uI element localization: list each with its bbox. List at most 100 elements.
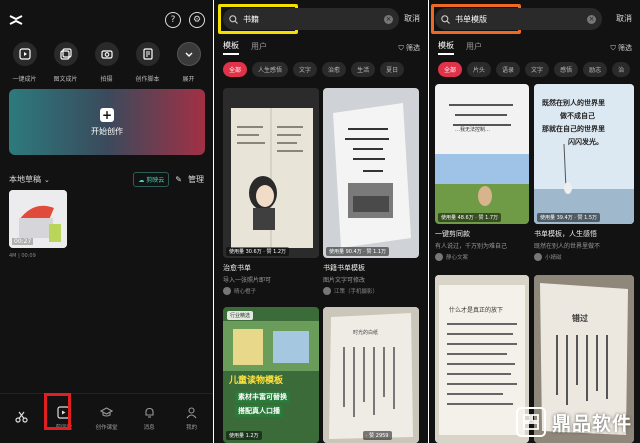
usage-stats: 使用量 48.6万 · 赞 1.7万 xyxy=(438,213,502,222)
card-title[interactable]: 书单模板，人生感悟 xyxy=(534,229,597,239)
book-page-image xyxy=(323,307,419,443)
page-text: 时光的白纸 xyxy=(353,330,379,336)
card-author[interactable]: 小婧磁 xyxy=(534,253,562,261)
template-card[interactable]: 时光的白纸 · 赞 2959 xyxy=(323,307,419,443)
author-name: 小婧磁 xyxy=(545,255,562,261)
tab-me[interactable]: 我的 xyxy=(174,406,210,431)
search-bar[interactable]: 书籍 × xyxy=(223,8,399,30)
open-book-image xyxy=(435,275,529,443)
card-author[interactable]: 静心文案 xyxy=(435,253,468,261)
usage-stats: 使用量 30.6万 · 赞 1.2万 xyxy=(226,247,290,256)
promo-heading: 儿童读物模板 xyxy=(229,376,284,386)
tab-users[interactable]: 用户 xyxy=(466,41,482,54)
chip[interactable]: 励志 xyxy=(583,62,608,77)
search-icon xyxy=(229,14,238,24)
clear-icon[interactable]: × xyxy=(587,14,596,24)
chip[interactable]: 感悟 xyxy=(554,62,579,77)
author-name: 静心文案 xyxy=(446,255,469,261)
tool-camera[interactable]: 拍摄 xyxy=(88,42,126,83)
chip[interactable]: 语录 xyxy=(496,62,521,77)
card-author[interactable]: 晴心橙子 xyxy=(223,287,256,295)
filter-button[interactable]: ⛉ 筛选 xyxy=(399,43,420,53)
tool-one-click[interactable]: 一键成片 xyxy=(6,42,44,83)
usage-stats: 使用量 39.4万 · 赞 1.5万 xyxy=(537,213,601,222)
tab-label: 创作课堂 xyxy=(95,425,118,431)
drafts-title[interactable]: 本地草稿 xyxy=(9,174,41,185)
tab-label: 消息 xyxy=(143,425,155,431)
tool-script[interactable]: 创作脚本 xyxy=(129,42,167,83)
tool-label: 展开 xyxy=(182,76,195,83)
watermark: 鼎品软件 xyxy=(515,407,632,437)
template-card[interactable]: 行业精选 儿童读物模板 素材丰富可替换 搭配真人口播 使用量 1.2万 xyxy=(223,307,319,443)
author-name: 江策（手机摄影） xyxy=(334,289,379,295)
template-card[interactable]: …我无法控制… 使用量 48.6万 · 赞 1.7万 xyxy=(435,84,529,224)
template-card[interactable]: 使用量 90.4万 · 赞 1.1万 xyxy=(323,88,419,258)
cloud-label: 剪映云 xyxy=(146,177,165,184)
tool-expand[interactable]: 展开 xyxy=(170,42,208,83)
chip[interactable]: 治愈 xyxy=(322,62,347,77)
card-subtitle: 图片文字可修改 xyxy=(323,277,366,284)
quote-text: …我无法控制… xyxy=(455,127,491,133)
meadow-image xyxy=(435,84,529,224)
chevron-down-icon[interactable]: ⌄ xyxy=(44,176,50,184)
tab-label: 我的 xyxy=(186,425,198,431)
promo-line: 素材丰富可替换 xyxy=(235,391,290,403)
cancel-button[interactable]: 取消 xyxy=(616,13,632,24)
edit-icon[interactable]: ✎ xyxy=(175,175,182,184)
tab-templates[interactable]: 模板 xyxy=(223,40,239,55)
card-title[interactable]: 治愈书单 xyxy=(223,263,251,273)
chip[interactable]: 治 xyxy=(612,62,631,77)
help-icon[interactable]: ? xyxy=(165,12,181,28)
tab-templates[interactable]: 模板 xyxy=(438,40,454,55)
chip[interactable]: 文字 xyxy=(293,62,318,77)
quote-line: 那就在自己的世界里 xyxy=(542,125,605,133)
play-square-icon xyxy=(12,42,37,66)
chip[interactable]: 人生感悟 xyxy=(252,62,289,77)
result-tabs: 模板 用户 ⛉ 筛选 xyxy=(223,40,420,55)
search-bar[interactable]: 书单模版 × xyxy=(435,8,602,30)
avatar xyxy=(223,287,231,295)
brand-logo-icon xyxy=(515,407,546,437)
cancel-button[interactable]: 取消 xyxy=(404,13,420,24)
capcut-home-panel: ? ⚙ 一键成片 图文成片 拍摄 创作脚本 展开 + 开始创作 本地草稿 ⌄ ☁… xyxy=(0,0,213,443)
template-card[interactable]: 使用量 30.6万 · 赞 1.2万 xyxy=(223,88,319,258)
clear-icon[interactable]: × xyxy=(384,14,393,24)
cloud-button[interactable]: ☁ 剪映云 xyxy=(133,172,170,187)
chip[interactable]: 全部 xyxy=(438,62,463,77)
filter-icon: ⛉ xyxy=(610,43,616,52)
usage-stats: 使用量 90.4万 · 赞 1.1万 xyxy=(326,247,390,256)
start-creating-button[interactable]: + 开始创作 xyxy=(9,89,205,155)
manage-label[interactable]: 管理 xyxy=(188,174,204,185)
filter-button[interactable]: ⛉ 筛选 xyxy=(611,43,632,53)
quote-line: 既然在别人的世界里 xyxy=(542,99,605,107)
tab-course[interactable]: 创作课堂 xyxy=(88,406,124,431)
settings-gear-icon[interactable]: ⚙ xyxy=(189,12,205,28)
template-card[interactable]: 既然在别人的世界里 做不成自己 那就在自己的世界里 闪闪发光。 使用量 39.4… xyxy=(534,84,634,224)
card-title[interactable]: 一键剪同款 xyxy=(435,229,470,239)
tab-users[interactable]: 用户 xyxy=(251,41,267,54)
start-creating-label: 开始创作 xyxy=(91,126,123,136)
featured-badge: 行业精选 xyxy=(227,311,254,320)
draft-thumbnail[interactable]: 00:27 xyxy=(9,190,67,248)
tool-label: 拍摄 xyxy=(100,76,113,83)
chip[interactable]: 夏日 xyxy=(380,62,405,77)
chip[interactable]: 生活 xyxy=(351,62,376,77)
chip[interactable]: 全部 xyxy=(223,62,248,77)
highlight-box-templates-tab xyxy=(44,393,71,430)
search-input[interactable]: 书单模版 xyxy=(455,14,487,25)
chip[interactable]: 文字 xyxy=(525,62,550,77)
tab-messages[interactable]: 消息 xyxy=(131,406,167,431)
tool-image-text[interactable]: 图文成片 xyxy=(47,42,85,83)
local-drafts-header: 本地草稿 ⌄ ☁ 剪映云 ✎ 管理 xyxy=(9,172,204,187)
search-input[interactable]: 书籍 xyxy=(243,14,259,25)
scissors-icon xyxy=(15,411,28,423)
card-author[interactable]: 江策（手机摄影） xyxy=(323,287,378,295)
search-results-books-panel: 书籍 × 取消 模板 用户 ⛉ 筛选 全部 人生感悟 文字 治愈 生活 夏日 使… xyxy=(214,0,428,443)
tab-edit[interactable] xyxy=(3,410,39,427)
template-card[interactable]: 什么才是真正的放下 xyxy=(435,275,529,443)
book-photo-image xyxy=(323,88,419,258)
script-icon xyxy=(135,42,160,66)
card-title[interactable]: 书籍书单模板 xyxy=(323,263,365,273)
promo-line: 搭配真人口播 xyxy=(235,405,283,417)
chip[interactable]: 片头 xyxy=(467,62,492,77)
